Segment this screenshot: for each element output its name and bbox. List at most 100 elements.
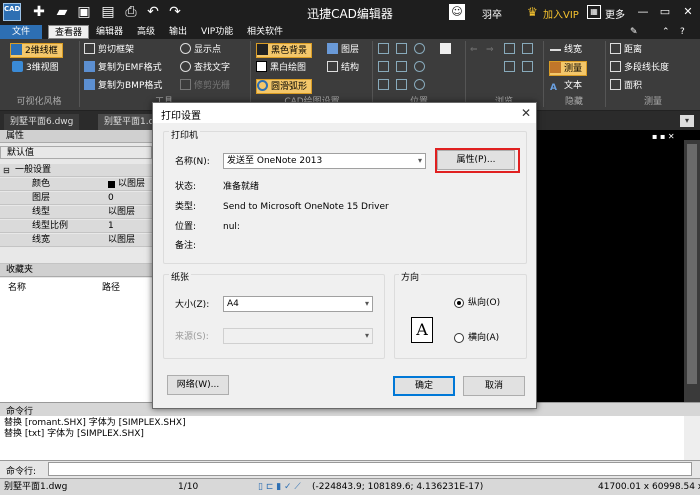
minimize-button[interactable]: — <box>635 4 651 20</box>
paper-source-select[interactable]: ▾ <box>223 328 373 344</box>
distance-button[interactable]: 距离 <box>610 43 642 58</box>
position-btn-4[interactable] <box>440 43 454 58</box>
copy-bmp-button[interactable]: 复制为BMP格式 <box>84 79 162 94</box>
chevron-up-icon[interactable]: ⌃ <box>662 26 674 38</box>
favorites-col-path[interactable]: 路径 <box>102 280 120 293</box>
trim-raster-button[interactable]: 修剪光栅 <box>180 79 230 94</box>
property-row[interactable]: 线型比例 1 <box>0 220 152 233</box>
save-as-icon[interactable]: ▤ <box>99 3 117 21</box>
scroll-thumb[interactable] <box>687 144 697 384</box>
user-name[interactable]: 羽卒 <box>482 6 502 21</box>
group-general-row[interactable]: ⊟ 一般设置 <box>0 164 152 177</box>
collapse-icon[interactable]: ⊟ <box>3 164 10 177</box>
browse-btn-1[interactable] <box>504 43 518 58</box>
bw-drawing-button[interactable]: 黑白绘图 <box>256 61 306 76</box>
folder-icon[interactable]: ▰ <box>53 3 71 21</box>
clip-frame-button[interactable]: 剪切框架 <box>84 43 134 58</box>
cancel-button[interactable]: 取消 <box>463 376 525 396</box>
print-icon[interactable]: ⎙ <box>122 3 140 21</box>
position-btn-6[interactable] <box>396 61 410 76</box>
color-swatch-icon <box>108 181 115 188</box>
browse-btn-3[interactable] <box>504 61 518 76</box>
landscape-radio[interactable] <box>454 333 464 343</box>
portrait-radio[interactable] <box>454 298 464 308</box>
position-btn-9[interactable] <box>396 79 410 94</box>
structure-button[interactable]: 结构 <box>327 61 359 76</box>
smooth-arc-button[interactable]: 圆滑弧形 <box>256 79 313 94</box>
tab-doc-1[interactable]: 别墅平面6.dwg <box>4 114 80 130</box>
pen-icon[interactable]: ✎ <box>630 26 642 38</box>
highlight-box <box>435 148 520 173</box>
menu-vip[interactable]: VIP功能 <box>195 25 239 39</box>
measure-toggle-button[interactable]: 测量 <box>549 61 588 76</box>
text-toggle-button[interactable]: A 文本 <box>550 79 582 94</box>
menu-viewer[interactable]: 查看器 <box>48 25 90 39</box>
line-width-button[interactable]: 线宽 <box>550 43 582 58</box>
show-points-button[interactable]: 显示点 <box>180 43 221 58</box>
more-button[interactable]: 更多 <box>605 6 625 21</box>
layers-button[interactable]: 图层 <box>327 43 359 58</box>
zoom-out-icon <box>414 61 425 72</box>
vip-button[interactable]: 加入VIP <box>543 6 579 21</box>
3d-view-button[interactable]: 3维视图 <box>12 61 59 76</box>
menu-related[interactable]: 相关软件 <box>241 25 289 39</box>
property-row[interactable]: 图层 0 <box>0 192 152 205</box>
network-button[interactable]: 网络(W)... <box>167 375 229 395</box>
defaults-selector[interactable]: 默认值 <box>0 146 152 159</box>
property-row[interactable]: 线宽 以图层 <box>0 234 152 247</box>
zoom-extents-icon <box>396 43 407 54</box>
area-button[interactable]: 面积 <box>610 79 642 94</box>
save-icon[interactable]: ▣ <box>75 3 93 21</box>
browse-btn-2[interactable] <box>522 43 536 58</box>
wireframe-icon <box>11 44 22 55</box>
position-btn-7[interactable] <box>414 61 428 76</box>
status-icons[interactable]: ▯ ⊏ ▮ ✓ ⟋ <box>258 482 301 493</box>
position-btn-8[interactable] <box>378 79 392 94</box>
close-icon[interactable]: ✕ <box>517 104 535 122</box>
printer-name-select[interactable]: 发送至 OneNote 2013 ▾ <box>223 153 426 169</box>
browse-btn-4[interactable] <box>522 61 536 76</box>
app-title: 迅捷CAD编辑器 <box>307 7 393 21</box>
redo-icon[interactable]: ↷ <box>166 3 184 21</box>
find-text-button[interactable]: 查找文字 <box>180 61 230 76</box>
position-btn-2[interactable] <box>396 43 410 58</box>
grid-icon[interactable]: ▦ <box>587 5 601 19</box>
menu-output[interactable]: 输出 <box>163 25 193 39</box>
command-input[interactable] <box>48 462 692 476</box>
favorites-list[interactable]: 名称 路径 <box>0 278 152 402</box>
undo-icon[interactable]: ↶ <box>144 3 162 21</box>
plus-icon[interactable]: ✚ <box>30 3 48 21</box>
copy-emf-button[interactable]: 复制为EMF格式 <box>84 61 162 76</box>
menu-editor[interactable]: 编辑器 <box>90 25 129 39</box>
favorites-col-name[interactable]: 名称 <box>8 280 26 293</box>
portrait-label[interactable]: 纵向(O) <box>468 297 500 309</box>
maximize-button[interactable]: ▭ <box>657 4 673 20</box>
2d-wireframe-button[interactable]: 2维线框 <box>10 43 63 58</box>
forward-arrow-icon[interactable]: ⇒ <box>486 43 494 58</box>
tabs-dropdown-icon[interactable]: ▾ <box>680 115 694 127</box>
landscape-label[interactable]: 横向(A) <box>468 332 499 344</box>
property-row[interactable]: 线型 以图层 <box>0 206 152 219</box>
close-button[interactable]: ✕ <box>680 4 696 20</box>
position-btn-5[interactable] <box>378 61 392 76</box>
position-btn-3[interactable] <box>414 43 428 58</box>
group-label-visual-style: 可视化风格 <box>16 97 62 107</box>
menu-advanced[interactable]: 高级 <box>131 25 161 39</box>
back-arrow-icon[interactable]: ⇐ <box>470 43 478 58</box>
position-btn-10[interactable] <box>414 79 428 94</box>
orientation-group-label: 方向 <box>399 272 422 284</box>
polyline-length-button[interactable]: 多段线长度 <box>610 61 669 76</box>
browse-icon-3 <box>504 61 515 72</box>
property-row[interactable]: 颜色 以图层 <box>0 178 152 191</box>
position-btn-1[interactable] <box>378 43 392 58</box>
command-scrollbar[interactable] <box>684 416 700 460</box>
vertical-scrollbar[interactable] <box>684 140 700 402</box>
black-background-button[interactable]: 黑色背景 <box>256 43 313 58</box>
paper-size-select[interactable]: A4 ▾ <box>223 296 373 312</box>
printer-group-label: 打印机 <box>169 130 201 142</box>
help-icon[interactable]: ? <box>680 26 692 38</box>
ok-button[interactable]: 确定 <box>393 376 455 396</box>
menu-file[interactable]: 文件 <box>0 25 42 39</box>
user-avatar-icon[interactable]: ☺ <box>449 4 465 20</box>
crown-icon[interactable]: ♛ <box>527 5 541 19</box>
